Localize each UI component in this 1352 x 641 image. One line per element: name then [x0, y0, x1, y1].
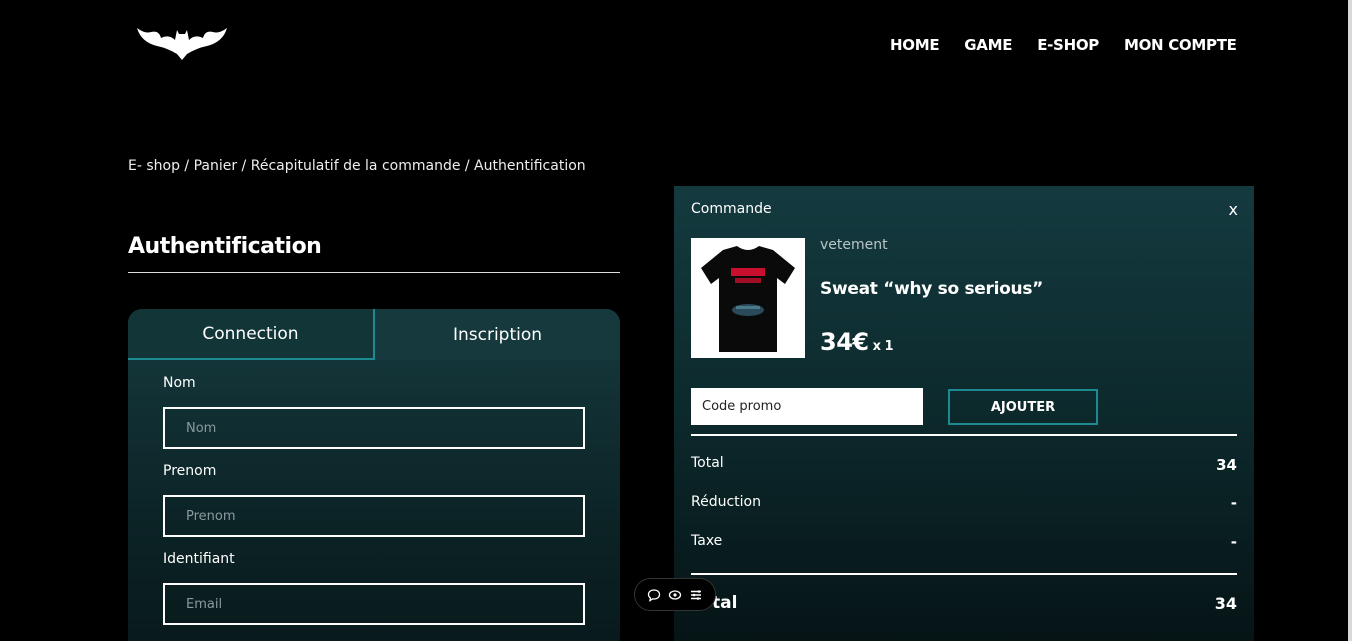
product-quantity: x 1 — [872, 339, 894, 354]
bat-logo-icon[interactable] — [137, 28, 227, 60]
main-nav: HOME GAME E-SHOP MON COMPTE — [890, 36, 1237, 54]
summary-divider-bottom — [691, 573, 1237, 575]
product-image — [691, 238, 805, 358]
prenom-label: Prenom — [163, 463, 217, 479]
nav-home[interactable]: HOME — [890, 36, 940, 54]
close-button[interactable]: x — [1229, 200, 1238, 219]
nav-eshop[interactable]: E-SHOP — [1037, 36, 1099, 54]
promo-code-input[interactable] — [691, 388, 923, 425]
eye-icon[interactable] — [667, 587, 683, 603]
tshirt-icon — [701, 246, 795, 352]
identifiant-label: Identifiant — [163, 551, 235, 567]
breadcrumb: E- shop / Panier / Récapitulatif de la c… — [128, 158, 586, 174]
add-promo-button[interactable]: AJOUTER — [948, 389, 1098, 425]
auth-tabs: Connection Inscription — [128, 309, 620, 360]
product-price: 34€ — [820, 328, 869, 356]
order-title: Commande — [691, 201, 772, 217]
summary-divider-top — [691, 434, 1237, 436]
floating-toolbar — [634, 578, 716, 611]
menu-list-icon[interactable] — [688, 587, 704, 603]
tab-inscription[interactable]: Inscription — [375, 309, 620, 360]
product-name: Sweat “why so serious” — [820, 279, 1044, 299]
summary-tax-label: Taxe — [691, 533, 723, 549]
nom-label: Nom — [163, 375, 196, 391]
summary-total-value: 34 — [1216, 456, 1237, 474]
tab-connection[interactable]: Connection — [128, 309, 375, 360]
email-input[interactable] — [163, 583, 585, 625]
order-panel: Commande x vetement Sweat “why so seriou… — [674, 186, 1254, 641]
product-category: vetement — [820, 237, 888, 253]
comment-icon[interactable] — [646, 587, 662, 603]
auth-card: Connection Inscription Nom Prenom Identi… — [128, 309, 620, 641]
summary-total-label: Total — [691, 455, 724, 471]
nom-input[interactable] — [163, 407, 585, 449]
grand-total-value: 34 — [1214, 594, 1237, 613]
nav-game[interactable]: GAME — [964, 36, 1012, 54]
nav-account[interactable]: MON COMPTE — [1124, 36, 1237, 54]
summary-reduction-value: - — [1230, 494, 1237, 512]
summary-tax-value: - — [1230, 533, 1237, 551]
scrollbar[interactable] — [1348, 0, 1352, 641]
title-divider — [128, 272, 620, 273]
summary-reduction-label: Réduction — [691, 494, 761, 510]
prenom-input[interactable] — [163, 495, 585, 537]
page-title: Authentification — [128, 234, 322, 259]
product-price-row: 34€ x 1 — [820, 328, 894, 356]
